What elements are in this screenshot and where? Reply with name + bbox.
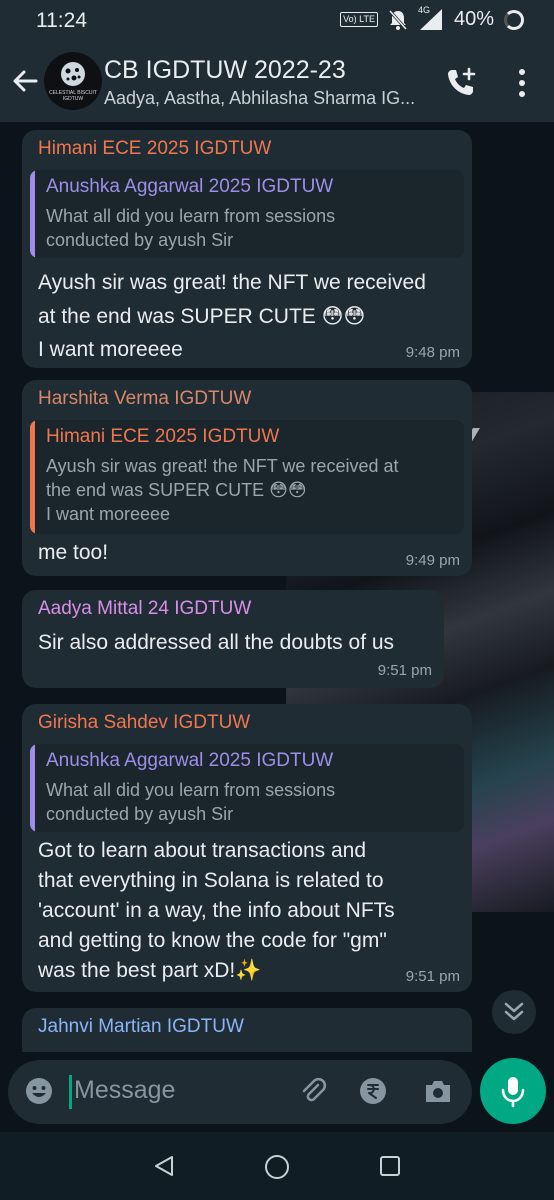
volte-icon: Vo) LTE bbox=[340, 12, 378, 27]
quoted-text-line: the end was SUPER CUTE 😳😳 bbox=[46, 480, 307, 500]
rupee-icon[interactable] bbox=[358, 1076, 388, 1106]
quoted-text-line: conducted by ayush Sir bbox=[46, 230, 234, 250]
message-text-line: was the best part xD!✨ bbox=[38, 959, 262, 982]
add-call-icon[interactable] bbox=[444, 66, 478, 100]
quote-bar bbox=[30, 170, 35, 258]
quoted-text-line: What all did you learn from sessions bbox=[46, 206, 336, 226]
camera-icon[interactable] bbox=[422, 1076, 454, 1106]
message-text-line: and getting to know the code for "gm" bbox=[38, 929, 387, 952]
attach-icon[interactable] bbox=[298, 1076, 328, 1106]
status-time: 11:24 bbox=[36, 9, 87, 32]
status-bar: 11:24 Vo) LTE 4G 40% bbox=[0, 0, 554, 42]
message-text-line: me too! bbox=[38, 541, 109, 564]
message-composer: Message bbox=[8, 1060, 472, 1124]
message-sender[interactable]: Jahnvi Martian IGDTUW bbox=[38, 1016, 244, 1038]
system-nav-bar bbox=[0, 1132, 554, 1200]
message-time: 9:48 pm bbox=[405, 344, 460, 361]
avatar-caption: CELESTIAL BISCUIT IGDTUW bbox=[49, 90, 97, 102]
quoted-text-line: conducted by ayush Sir bbox=[46, 804, 234, 824]
mic-button[interactable] bbox=[480, 1058, 546, 1124]
message-sender[interactable]: Aadya Mittal 24 IGDTUW bbox=[38, 598, 251, 620]
more-vert-icon[interactable] bbox=[514, 68, 530, 98]
message-input[interactable]: Message bbox=[74, 1076, 175, 1105]
message-time: 9:49 pm bbox=[405, 552, 460, 569]
message-text-line: 'account' in a way, the info about NFTs bbox=[38, 899, 395, 922]
quoted-sender: Himani ECE 2025 IGDTUW bbox=[46, 426, 280, 447]
scroll-to-bottom-button[interactable] bbox=[492, 990, 536, 1034]
status-icons: Vo) LTE 4G 40% bbox=[340, 5, 524, 31]
message-text-line: at the end was SUPER CUTE 😳😳 bbox=[38, 305, 366, 328]
nav-recent-icon[interactable] bbox=[378, 1154, 402, 1178]
quoted-message[interactable]: Anushka Aggarwal 2025 IGDTUW What all di… bbox=[30, 744, 464, 832]
signal-icon: 4G bbox=[418, 5, 444, 31]
group-title[interactable]: CB IGDTUW 2022-23 bbox=[104, 56, 346, 85]
message-text-line: Sir also addressed all the doubts of us bbox=[38, 631, 395, 654]
message-bubble[interactable]: Aadya Mittal 24 IGDTUW Sir also addresse… bbox=[22, 590, 444, 688]
battery-ring-icon bbox=[504, 9, 524, 30]
quoted-message[interactable]: Anushka Aggarwal 2025 IGDTUW What all di… bbox=[30, 170, 464, 258]
message-sender[interactable]: Harshita Verma IGDTUW bbox=[38, 388, 251, 410]
text-cursor bbox=[69, 1075, 72, 1109]
quoted-text-line: Ayush sir was great! the NFT we received… bbox=[46, 456, 399, 476]
quote-bar bbox=[30, 420, 35, 534]
message-sender[interactable]: Girisha Sahdev IGDTUW bbox=[38, 712, 250, 734]
message-text-line: Ayush sir was great! the NFT we received bbox=[38, 271, 426, 294]
network-type: 4G bbox=[417, 4, 430, 15]
group-avatar[interactable]: CELESTIAL BISCUIT IGDTUW bbox=[44, 52, 102, 110]
message-time: 9:51 pm bbox=[377, 662, 432, 679]
chat-messages[interactable]: Y Himani ECE 2025 IGDTUW Anushka Aggarwa… bbox=[0, 122, 554, 1052]
message-text-line: I want moreeee bbox=[38, 338, 183, 361]
message-text-line: that everything in Solana is related to bbox=[38, 869, 384, 892]
quoted-message[interactable]: Himani ECE 2025 IGDTUW Ayush sir was gre… bbox=[30, 420, 464, 534]
quoted-sender: Anushka Aggarwal 2025 IGDTUW bbox=[46, 176, 334, 197]
message-sender[interactable]: Himani ECE 2025 IGDTUW bbox=[38, 138, 271, 160]
emoji-icon[interactable] bbox=[24, 1076, 54, 1106]
group-members[interactable]: Aadya, Aastha, Abhilasha Sharma IG... bbox=[104, 88, 434, 109]
quoted-text-line: What all did you learn from sessions bbox=[46, 780, 336, 800]
message-time: 9:51 pm bbox=[405, 968, 460, 985]
chevron-down-icon bbox=[504, 1002, 524, 1021]
message-text-line: Got to learn about transactions and bbox=[38, 839, 367, 862]
back-arrow-icon[interactable] bbox=[10, 66, 40, 96]
message-bubble[interactable]: Himani ECE 2025 IGDTUW Anushka Aggarwal … bbox=[22, 130, 472, 368]
quoted-text-line: I want moreeee bbox=[46, 504, 171, 524]
mic-icon bbox=[501, 1077, 525, 1108]
message-bubble[interactable]: Harshita Verma IGDTUW Himani ECE 2025 IG… bbox=[22, 380, 472, 576]
quote-bar bbox=[30, 744, 35, 832]
chat-header: CELESTIAL BISCUIT IGDTUW CB IGDTUW 2022-… bbox=[0, 42, 554, 122]
battery-percent: 40% bbox=[453, 8, 494, 30]
quoted-sender: Anushka Aggarwal 2025 IGDTUW bbox=[46, 750, 334, 771]
message-bubble[interactable]: Jahnvi Martian IGDTUW bbox=[22, 1008, 472, 1052]
nav-back-icon[interactable] bbox=[152, 1154, 176, 1178]
mute-bell-icon bbox=[388, 9, 408, 30]
nav-home-icon[interactable] bbox=[264, 1154, 290, 1180]
message-bubble[interactable]: Girisha Sahdev IGDTUW Anushka Aggarwal 2… bbox=[22, 704, 472, 992]
